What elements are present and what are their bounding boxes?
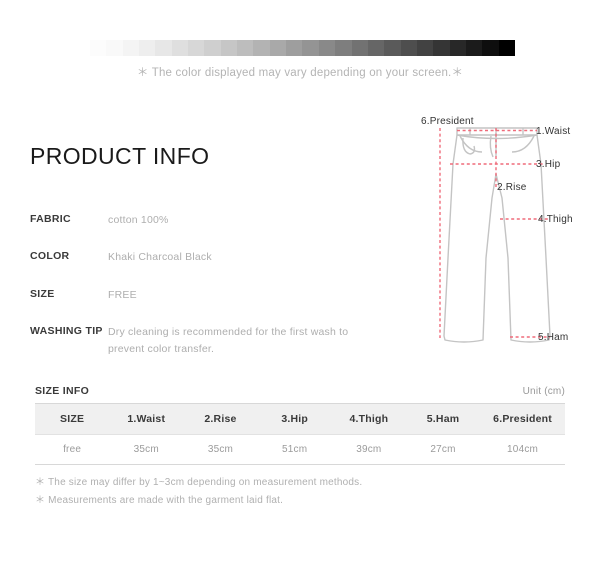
color-disclaimer-text: ＊ The color displayed may vary depending… <box>136 67 464 79</box>
spec-row-fabric: FABRIC cotton 100% <box>30 212 375 229</box>
size-note: ＊ Measurements are made with the garment… <box>35 494 284 506</box>
diagram-label-hip: 3.Hip <box>536 159 561 170</box>
table-header-cell: 2.Rise <box>183 403 258 435</box>
size-info-header: SIZE INFO Unit (cm) <box>35 385 565 397</box>
color-swatch <box>433 40 450 56</box>
color-swatch <box>286 40 303 56</box>
table-cell: 104cm <box>507 444 539 455</box>
page-title: PRODUCT INFO <box>30 143 210 169</box>
table-row: free 35cm 35cm 51cm 39cm 27cm 104cm <box>35 435 565 465</box>
color-swatch <box>482 40 499 56</box>
pants-measurement-diagram: 6.President 1.Waist 3.Hip 2.Rise 4.Thigh… <box>400 108 600 358</box>
color-swatch <box>465 40 483 56</box>
table-header-cell: SIZE <box>35 403 110 435</box>
color-swatch <box>384 40 401 56</box>
color-swatch <box>155 40 172 56</box>
diagram-label-ham: 5.Ham <box>538 332 569 343</box>
size-table: SIZE 1.Waist 2.Rise 3.Hip 4.Thigh 5.Ham … <box>35 403 565 465</box>
color-swatch <box>449 40 466 56</box>
size-note: ＊ The size may differ by 1~3cm depending… <box>35 477 363 488</box>
table-cell: 51cm <box>282 444 308 455</box>
pants-outline-icon <box>439 127 551 343</box>
color-swatch <box>400 40 417 56</box>
table-header-cell: 5.Ham <box>405 403 481 435</box>
color-swatch <box>302 40 319 56</box>
color-swatch <box>237 40 254 56</box>
table-cell: 35cm <box>207 444 234 455</box>
color-swatch <box>188 40 205 56</box>
diagram-label-thigh: 4.Thigh <box>538 214 573 225</box>
color-swatch <box>220 40 238 56</box>
size-notes: ＊ The size may differ by 1~3cm depending… <box>35 474 565 509</box>
table-cell: 35cm <box>133 444 159 455</box>
color-swatch <box>171 40 189 56</box>
product-info-section: PRODUCT INFO FABRIC cotton 100% COLOR Kh… <box>30 145 375 379</box>
spec-value: Khaki Charcoal Black <box>108 251 212 264</box>
size-info-title: SIZE INFO <box>35 385 90 397</box>
color-swatch <box>139 40 156 56</box>
color-swatch <box>335 40 352 56</box>
color-swatch <box>351 40 368 56</box>
spec-row-size: SIZE FREE <box>30 287 375 304</box>
table-cell: free <box>63 444 82 455</box>
color-swatch <box>122 40 140 56</box>
diagram-label-rise: 2.Rise <box>497 182 527 193</box>
size-info-section: SIZE INFO Unit (cm) SIZE 1.Waist 2.Rise … <box>35 385 565 509</box>
color-swatch <box>106 40 123 56</box>
spec-row-washing-tip: WASHING TIP Dry cleaning is recommended … <box>30 324 375 359</box>
color-swatch <box>269 40 287 56</box>
color-gradient-bar <box>90 40 515 56</box>
diagram-label-president: 6.President <box>421 116 474 127</box>
color-swatch <box>498 40 515 56</box>
spec-value: Dry cleaning is recommended for the firs… <box>108 325 349 356</box>
spec-label: FABRIC <box>30 213 71 225</box>
diagram-label-waist: 1.Waist <box>536 126 571 137</box>
table-header-cell: 1.Waist <box>109 403 184 435</box>
spec-value: cotton 100% <box>108 214 169 226</box>
spec-label: COLOR <box>30 250 70 263</box>
color-strip-section: ＊ The color displayed may vary depending… <box>0 0 600 100</box>
size-unit-label: Unit (cm) <box>522 386 565 397</box>
spec-row-color: COLOR Khaki Charcoal Black <box>30 249 375 266</box>
color-swatch <box>90 40 107 56</box>
table-cell: 39cm <box>356 444 382 455</box>
table-header-cell: 6.President <box>480 403 565 435</box>
color-swatch <box>318 40 336 56</box>
color-swatch <box>253 40 270 56</box>
color-swatch <box>416 40 434 56</box>
spec-value: FREE <box>108 288 137 301</box>
color-swatch <box>204 40 221 56</box>
table-cell: 27cm <box>430 444 456 455</box>
color-swatch <box>367 40 385 56</box>
spec-label: WASHING TIP <box>30 324 103 337</box>
table-header-cell: 4.Thigh <box>331 403 406 435</box>
table-header-cell: 3.Hip <box>257 403 332 435</box>
table-header-row: SIZE 1.Waist 2.Rise 3.Hip 4.Thigh 5.Ham … <box>35 403 565 435</box>
spec-label: SIZE <box>30 287 55 300</box>
